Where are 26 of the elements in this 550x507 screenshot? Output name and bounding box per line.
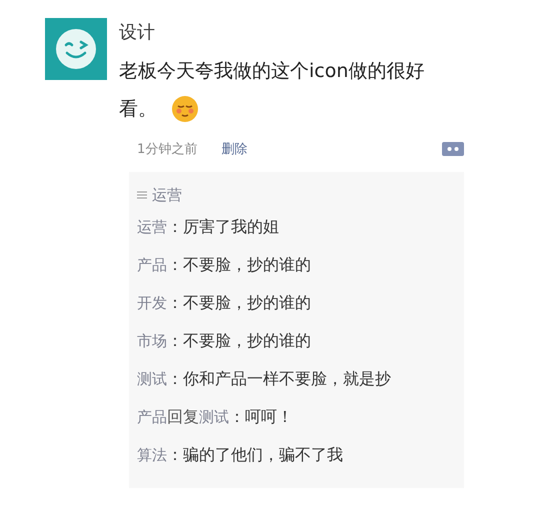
commenter-name[interactable]: 产品 bbox=[137, 408, 167, 426]
commenter-name[interactable]: 运营 bbox=[137, 218, 167, 236]
commenter-name[interactable]: 开发 bbox=[137, 294, 167, 312]
comment-text: ：不要脸，抄的谁的 bbox=[167, 254, 311, 276]
comment-text: ：你和产品一样不要脸，就是抄 bbox=[167, 368, 391, 390]
comment-icon[interactable] bbox=[442, 142, 464, 156]
emoji-icon bbox=[171, 95, 199, 123]
comment-text: ：呵呵！ bbox=[229, 406, 293, 428]
commenter-name[interactable]: 算法 bbox=[137, 446, 167, 464]
commenter-name[interactable]: 市场 bbox=[137, 332, 167, 350]
comment-text: ：不要脸，抄的谁的 bbox=[167, 330, 311, 352]
like-name[interactable]: 运营 bbox=[152, 186, 182, 204]
comment-text: ：厉害了我的姐 bbox=[167, 216, 279, 238]
post-text: 老板今天夸我做的这个icon做的很好 bbox=[119, 59, 424, 84]
likes-icon bbox=[137, 191, 147, 199]
comment-text: ：不要脸，抄的谁的 bbox=[167, 292, 311, 314]
reply-word: 回复 bbox=[167, 406, 199, 428]
comment-text: ：骗的了他们，骗不了我 bbox=[167, 444, 343, 466]
author-name[interactable]: 设计 bbox=[119, 20, 155, 44]
commenter-name[interactable]: 产品 bbox=[137, 256, 167, 274]
commenter-name[interactable]: 测试 bbox=[199, 408, 229, 426]
commenter-name[interactable]: 测试 bbox=[137, 370, 167, 388]
delete-link[interactable]: 删除 bbox=[221, 140, 248, 158]
post-time: 1分钟之前 bbox=[137, 141, 198, 158]
post-text: 看。 bbox=[119, 97, 157, 122]
avatar[interactable] bbox=[45, 18, 107, 80]
